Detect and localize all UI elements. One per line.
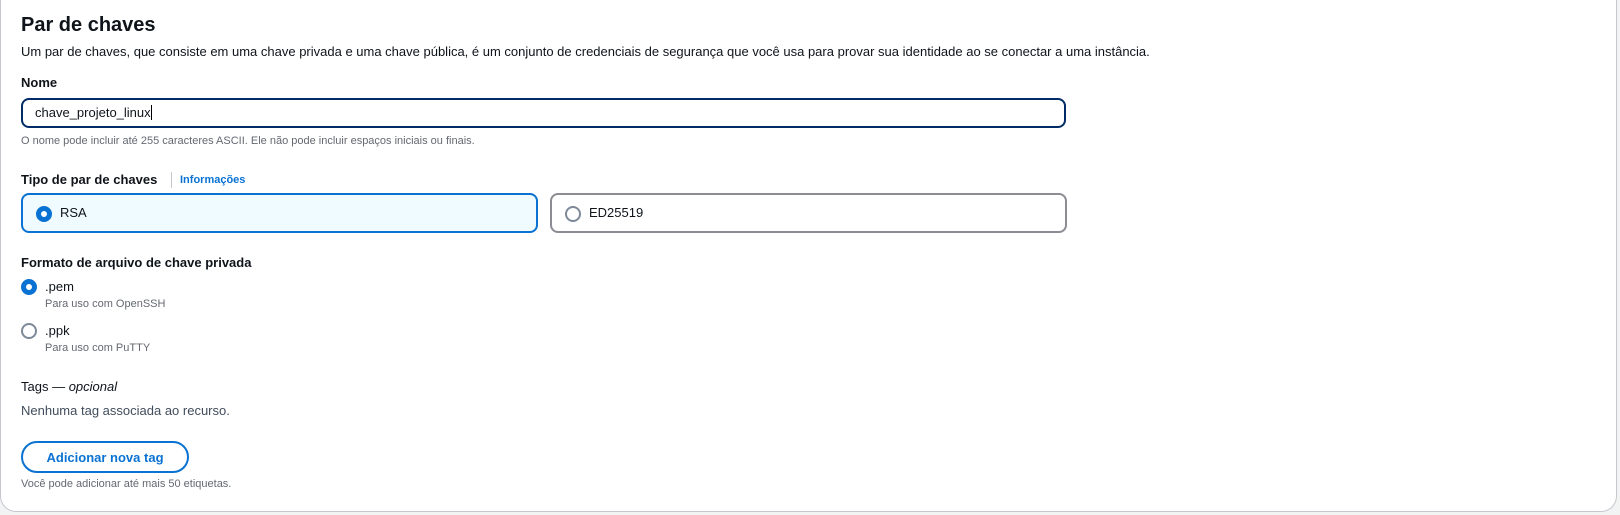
name-input-value: chave_projeto_linux (35, 105, 151, 120)
file-format-option-label: .pem (45, 279, 74, 294)
file-format-option-description: Para uso com OpenSSH (45, 298, 166, 310)
radio-selected-icon (36, 206, 52, 222)
tags-empty-text: Nenhuma tag associada ao recurso. (21, 403, 230, 418)
key-type-option-label: ED25519 (589, 205, 644, 220)
radio-selected-icon (21, 279, 37, 295)
name-label: Nome (21, 75, 58, 90)
info-divider (171, 172, 172, 188)
key-type-label: Tipo de par de chaves (21, 172, 158, 187)
key-type-info-link[interactable]: Informações (180, 174, 245, 186)
file-format-label: Formato de arquivo de chave privada (21, 255, 252, 270)
tags-optional-text: opcional (68, 379, 118, 394)
file-format-option-label: .ppk (45, 323, 70, 338)
add-tag-button[interactable]: Adicionar nova tag (21, 441, 189, 473)
tags-label-text: Tags — (21, 379, 66, 394)
section-description: Um par de chaves, que consiste em uma ch… (21, 44, 1150, 59)
radio-unselected-icon (565, 206, 581, 222)
name-hint: O nome pode incluir até 255 caracteres A… (21, 135, 475, 147)
key-pair-panel: Par de chaves Um par de chaves, que cons… (0, 0, 1617, 512)
file-format-option-description: Para uso com PuTTY (45, 342, 151, 354)
key-type-option-rsa[interactable]: RSA (21, 193, 538, 233)
tags-label: Tags — opcional (21, 379, 117, 394)
text-caret (150, 105, 152, 120)
radio-unselected-icon (21, 323, 37, 339)
key-type-option-ed25519[interactable]: ED25519 (550, 193, 1067, 233)
tags-hint: Você pode adicionar até mais 50 etiqueta… (21, 478, 232, 490)
key-type-option-label: RSA (60, 205, 87, 220)
section-title: Par de chaves (21, 14, 156, 36)
name-input[interactable]: chave_projeto_linux (21, 98, 1066, 128)
